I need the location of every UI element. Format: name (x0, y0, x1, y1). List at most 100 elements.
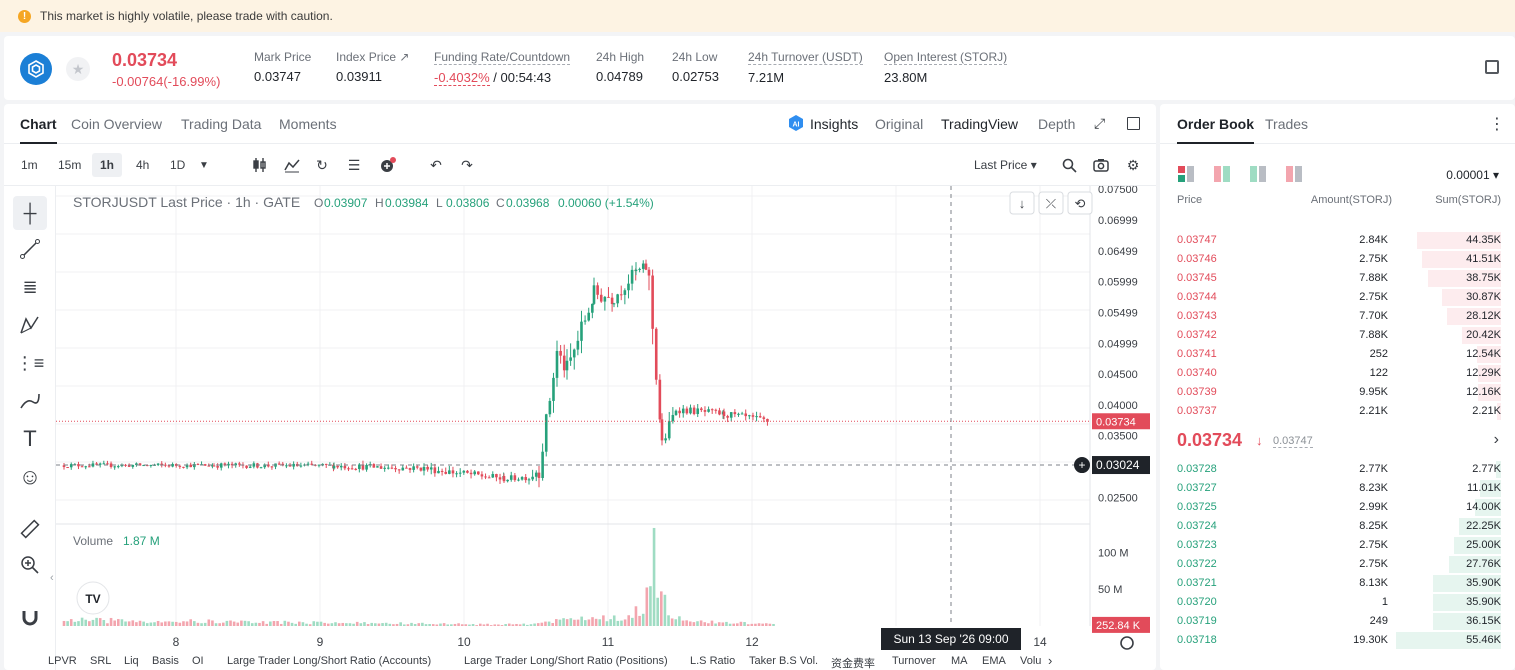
candle-type-icon[interactable] (250, 155, 270, 175)
orderbook-row[interactable]: 0.03721 8.13K 35.90K (1160, 574, 1515, 593)
view-asks-icon[interactable] (1286, 166, 1303, 182)
tab-moments[interactable]: Moments (279, 116, 337, 132)
indicator-shortcut[interactable]: Volu (1020, 655, 1041, 667)
trend-line-tool-icon[interactable] (13, 232, 47, 266)
indicator-shortcut[interactable]: Large Trader Long/Short Ratio (Accounts) (227, 655, 431, 667)
search-icon[interactable] (1059, 155, 1079, 175)
view-bids-icon[interactable] (1250, 166, 1267, 182)
tab-order-book[interactable]: Order Book (1168, 116, 1263, 144)
orderbook-row[interactable]: 0.03739 9.95K 12.16K (1160, 383, 1515, 402)
orderbook-row[interactable]: 0.03746 2.75K 41.51K (1160, 250, 1515, 269)
chart-settings-icon[interactable] (1120, 636, 1134, 650)
redo-icon[interactable]: ↷ (457, 155, 477, 175)
fullscreen-icon[interactable] (1127, 117, 1140, 130)
indicator-shortcut[interactable]: Basis (152, 655, 179, 667)
orderbook-row[interactable]: 0.03728 2.77K 2.77K (1160, 460, 1515, 479)
indicators-icon[interactable] (282, 155, 302, 175)
tab-depth[interactable]: Depth (1038, 116, 1075, 132)
price-chart[interactable]: STORJUSDT Last Price · 1h · GATE O 0.03907… (56, 186, 1156, 652)
brush-tool-icon[interactable] (13, 384, 47, 418)
pattern-tool-icon[interactable] (13, 308, 47, 342)
indicator-shortcut[interactable]: Taker B.S Vol. (749, 655, 818, 667)
precision-select[interactable]: 0.00001 ▾ (1446, 168, 1499, 182)
volume-bar (352, 623, 355, 626)
timeframe-15m[interactable]: 15m (50, 153, 89, 177)
tab-tradingview[interactable]: TradingView (941, 116, 1018, 132)
timeframe-1d[interactable]: 1D (162, 153, 193, 177)
orderbook-row[interactable]: 0.03727 8.23K 11.01K (1160, 479, 1515, 498)
add-indicator-icon[interactable] (378, 155, 398, 175)
indicator-shortcut[interactable]: Liq (124, 655, 139, 667)
indicator-shortcut[interactable]: Large Trader Long/Short Ratio (Positions… (464, 655, 668, 667)
ticker-stat: 24h High 0.04789 (596, 50, 644, 84)
tab-insights[interactable]: Insights (810, 116, 858, 132)
indicator-shortcut[interactable]: MA (951, 655, 968, 667)
collapse-toolbar-icon[interactable]: ‹ (50, 572, 54, 584)
expand-icon[interactable]: ⤢ (1094, 115, 1105, 132)
indicator-shortcut[interactable]: OI (192, 655, 204, 667)
ticker-stat-label: Mark Price (254, 50, 312, 64)
tab-coin-overview[interactable]: Coin Overview (71, 116, 162, 132)
price-axis-tick: 0.06999 (1098, 215, 1138, 227)
candle-body (537, 472, 541, 478)
templates-icon[interactable]: ☰ (344, 155, 364, 175)
tab-chart[interactable]: Chart (11, 116, 66, 144)
indicator-scroll-right-icon[interactable]: › (1048, 653, 1052, 668)
orderbook-row[interactable]: 0.03723 2.75K 25.00K (1160, 536, 1515, 555)
orderbook-row[interactable]: 0.03744 2.75K 30.87K (1160, 288, 1515, 307)
candle-body (630, 269, 634, 284)
indicator-shortcut[interactable]: Turnover (892, 655, 936, 667)
row-sum: 2.77K (1472, 463, 1501, 475)
orderbook-row[interactable]: 0.03747 2.84K 44.35K (1160, 231, 1515, 250)
orderbook-row[interactable]: 0.03720 1 35.90K (1160, 593, 1515, 612)
candle-body (762, 417, 766, 419)
orderbook-row[interactable]: 0.03718 19.30K 55.46K (1160, 631, 1515, 650)
view-split-icon[interactable] (1214, 166, 1231, 182)
contract-info-icon[interactable] (1485, 60, 1499, 74)
undo-icon[interactable]: ↶ (426, 155, 446, 175)
indicator-shortcut[interactable]: SRL (90, 655, 111, 667)
fib-tool-icon[interactable]: ≣ (13, 270, 47, 304)
magnet-icon[interactable] (13, 600, 47, 634)
timeframe-1h[interactable]: 1h (92, 153, 123, 177)
timeframe-4h[interactable]: 4h (128, 153, 157, 177)
tab-original[interactable]: Original (875, 116, 923, 132)
orderbook-row[interactable]: 0.03740 122 12.29K (1160, 364, 1515, 383)
zoom-in-icon[interactable] (13, 548, 47, 582)
view-both-icon[interactable] (1178, 166, 1195, 182)
orderbook-row[interactable]: 0.03719 249 36.15K (1160, 612, 1515, 631)
orderbook-row[interactable]: 0.03743 7.70K 28.12K (1160, 307, 1515, 326)
emoji-tool-icon[interactable]: ☺ (13, 460, 47, 494)
camera-icon[interactable] (1091, 155, 1111, 175)
orderbook-row[interactable]: 0.03741 252 12.54K (1160, 345, 1515, 364)
indicator-shortcut[interactable]: 资金费率 (831, 655, 875, 670)
orderbook-row[interactable]: 0.03745 7.88K 38.75K (1160, 269, 1515, 288)
settings-gear-icon[interactable]: ⚙ (1123, 155, 1143, 175)
orderbook-row[interactable]: 0.03737 2.21K 2.21K (1160, 402, 1515, 421)
crosshair-tool-icon[interactable]: ┼ (13, 196, 47, 230)
insights-ai-icon[interactable]: AI (787, 114, 805, 135)
refresh-icon[interactable]: ↻ (312, 155, 332, 175)
more-options-icon[interactable]: ⋮ (1489, 114, 1505, 134)
candle-body (117, 466, 120, 468)
volume-bar (464, 624, 468, 626)
orderbook-row[interactable]: 0.03722 2.75K 27.76K (1160, 555, 1515, 574)
timeframe-dropdown-icon[interactable]: ▼ (194, 155, 214, 175)
orderbook-row[interactable]: 0.03724 8.25K 22.25K (1160, 517, 1515, 536)
volume-bar (247, 621, 250, 626)
indicator-shortcut[interactable]: LPVR (48, 655, 77, 667)
text-tool-icon[interactable]: T (13, 422, 47, 456)
tab-trading-data[interactable]: Trading Data (181, 116, 261, 132)
indicator-shortcut[interactable]: L.S Ratio (690, 655, 735, 667)
favorite-star-icon[interactable]: ★ (66, 57, 90, 81)
forecast-tool-icon[interactable]: ⋮≡ (13, 346, 47, 380)
timeframe-1m[interactable]: 1m (13, 153, 46, 177)
orderbook-row[interactable]: 0.03725 2.99K 14.00K (1160, 498, 1515, 517)
volume-bar (120, 619, 124, 626)
tab-trades[interactable]: Trades (1265, 116, 1308, 132)
chevron-right-icon[interactable]: › (1494, 431, 1499, 449)
orderbook-row[interactable]: 0.03742 7.88K 20.42K (1160, 326, 1515, 345)
indicator-shortcut[interactable]: EMA (982, 655, 1006, 667)
price-type-select[interactable]: Last Price ▾ (966, 153, 1045, 177)
ruler-tool-icon[interactable] (13, 512, 47, 546)
